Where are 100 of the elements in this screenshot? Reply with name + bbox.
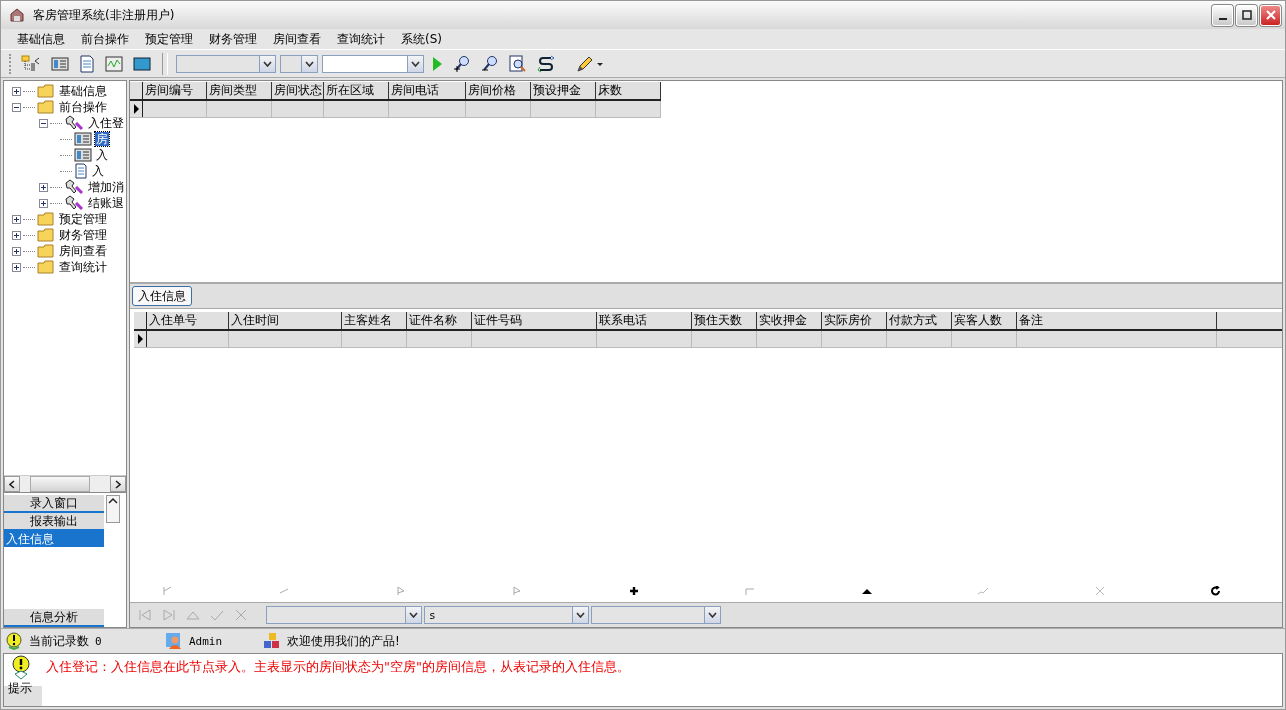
column-header[interactable]: 预住天数	[692, 312, 757, 329]
search-icon[interactable]	[509, 54, 527, 73]
maximize-button[interactable]	[1236, 4, 1257, 26]
expander-icon[interactable]	[12, 262, 21, 272]
minimize-icon	[1218, 18, 1227, 20]
sidebar-item[interactable]: 入住信息	[4, 531, 104, 547]
check-icon[interactable]	[210, 609, 224, 621]
column-header[interactable]: 证件号码	[472, 312, 597, 329]
plus-icon	[627, 586, 640, 596]
menu-item[interactable]: 房间查看	[265, 30, 329, 48]
row-pointer-icon	[137, 334, 143, 344]
zoom-out-icon[interactable]	[481, 54, 499, 73]
expander-icon[interactable]	[12, 102, 21, 112]
menu-item[interactable]: 财务管理	[201, 30, 265, 48]
status-text: 当前记录数	[29, 632, 89, 650]
menu-item[interactable]: 前台操作	[73, 30, 137, 48]
expander-icon[interactable]	[39, 182, 48, 192]
hint-label: 提示	[8, 680, 32, 696]
column-header[interactable]: 房间状态	[272, 82, 324, 99]
filter-combo[interactable]: s	[424, 606, 589, 624]
tree-item[interactable]: 入住登	[87, 116, 125, 130]
corner-icon	[744, 586, 757, 596]
column-header[interactable]: 证件名称	[407, 312, 472, 329]
tree-item[interactable]: 查询统计	[58, 260, 108, 274]
tree-item[interactable]: 入	[91, 164, 105, 178]
tree-item[interactable]: 房	[95, 132, 109, 146]
column-header[interactable]: 主客姓名	[342, 312, 407, 329]
chevron-down-icon	[409, 612, 418, 618]
document-icon[interactable]	[79, 54, 95, 73]
tree-item[interactable]: 预定管理	[58, 212, 108, 226]
sidebar-section[interactable]: 信息分析	[4, 609, 104, 627]
chart-icon[interactable]	[105, 55, 123, 72]
expander-icon[interactable]	[12, 214, 21, 224]
expander-icon[interactable]	[12, 246, 21, 256]
chevron-right-icon[interactable]	[115, 479, 121, 489]
check-icon	[977, 586, 990, 596]
sidebar-section[interactable]: 报表输出	[4, 513, 104, 531]
tree-item[interactable]: 基础信息	[58, 84, 108, 98]
column-header[interactable]: 床数	[596, 82, 661, 99]
tree-item[interactable]: 增加消	[87, 180, 125, 194]
column-header[interactable]: 预设押金	[531, 82, 596, 99]
tree-item[interactable]: 房间查看	[58, 244, 108, 258]
expander-icon[interactable]	[39, 198, 48, 208]
folder-icon	[37, 84, 55, 98]
close-icon	[1265, 10, 1276, 20]
zoom-in-icon[interactable]	[453, 54, 471, 73]
menu-item[interactable]: 系统(S)	[393, 30, 450, 48]
menu-item[interactable]: 查询统计	[329, 30, 393, 48]
list-icon	[74, 148, 92, 162]
cross-icon	[1093, 586, 1106, 596]
house-icon	[9, 7, 25, 23]
status-text: Admin	[189, 634, 223, 648]
column-header[interactable]: 备注	[1017, 312, 1217, 329]
column-header[interactable]: 房间类型	[207, 82, 272, 99]
column-header[interactable]: 实收押金	[757, 312, 822, 329]
menu-item[interactable]: 预定管理	[137, 30, 201, 48]
column-header[interactable]: 房间编号	[143, 82, 207, 99]
scroll-up-icon[interactable]	[106, 495, 120, 523]
column-header[interactable]: 房间电话	[389, 82, 466, 99]
list-icon[interactable]	[51, 55, 69, 72]
expander-icon[interactable]	[12, 230, 21, 240]
window-icon[interactable]	[133, 55, 151, 72]
column-header[interactable]: 付款方式	[887, 312, 952, 329]
row-pointer-icon	[133, 104, 139, 114]
folder-icon	[37, 228, 55, 242]
tree-item[interactable]: 财务管理	[58, 228, 108, 242]
document-icon	[74, 163, 88, 179]
wrench-icon	[64, 179, 84, 195]
menu-item[interactable]: 基础信息	[9, 30, 73, 48]
folder-icon	[37, 244, 55, 258]
sidebar-section[interactable]: 录入窗口	[4, 495, 104, 513]
status-text: 欢迎使用我们的产品!	[287, 632, 400, 650]
column-header[interactable]: 入住单号	[147, 312, 229, 329]
column-header[interactable]: 实际房价	[822, 312, 887, 329]
folder-icon	[37, 212, 55, 226]
swap-icon[interactable]	[537, 54, 555, 73]
tree-item[interactable]: 入	[95, 148, 109, 162]
close-button[interactable]	[1260, 4, 1281, 26]
minimize-button[interactable]	[1212, 4, 1233, 26]
maximize-icon	[1241, 10, 1252, 20]
tree-item[interactable]: 前台操作	[58, 100, 108, 114]
toolbar-combo[interactable]	[280, 54, 318, 73]
chevron-left-icon[interactable]	[9, 479, 15, 489]
tab[interactable]: 入住信息	[132, 286, 192, 306]
window-title: 客房管理系统(非注册用户)	[33, 6, 175, 24]
column-header[interactable]: 联系电话	[597, 312, 692, 329]
wrench-icon	[64, 195, 84, 211]
expander-icon[interactable]	[12, 86, 21, 96]
column-header[interactable]: 入住时间	[229, 312, 342, 329]
toolbar-combo[interactable]	[322, 54, 424, 73]
pencil-icon[interactable]	[576, 54, 604, 73]
expander-icon[interactable]	[39, 118, 48, 128]
tree-icon[interactable]	[21, 54, 41, 73]
column-header[interactable]: 宾客人数	[952, 312, 1017, 329]
dash-icon	[278, 586, 291, 596]
triangle-icon	[860, 586, 873, 596]
column-header[interactable]: 所在区域	[324, 82, 389, 99]
column-header[interactable]: 房间价格	[466, 82, 531, 99]
horizontal-scrollbar[interactable]	[4, 475, 126, 492]
tree-item[interactable]: 结账退	[87, 196, 125, 210]
